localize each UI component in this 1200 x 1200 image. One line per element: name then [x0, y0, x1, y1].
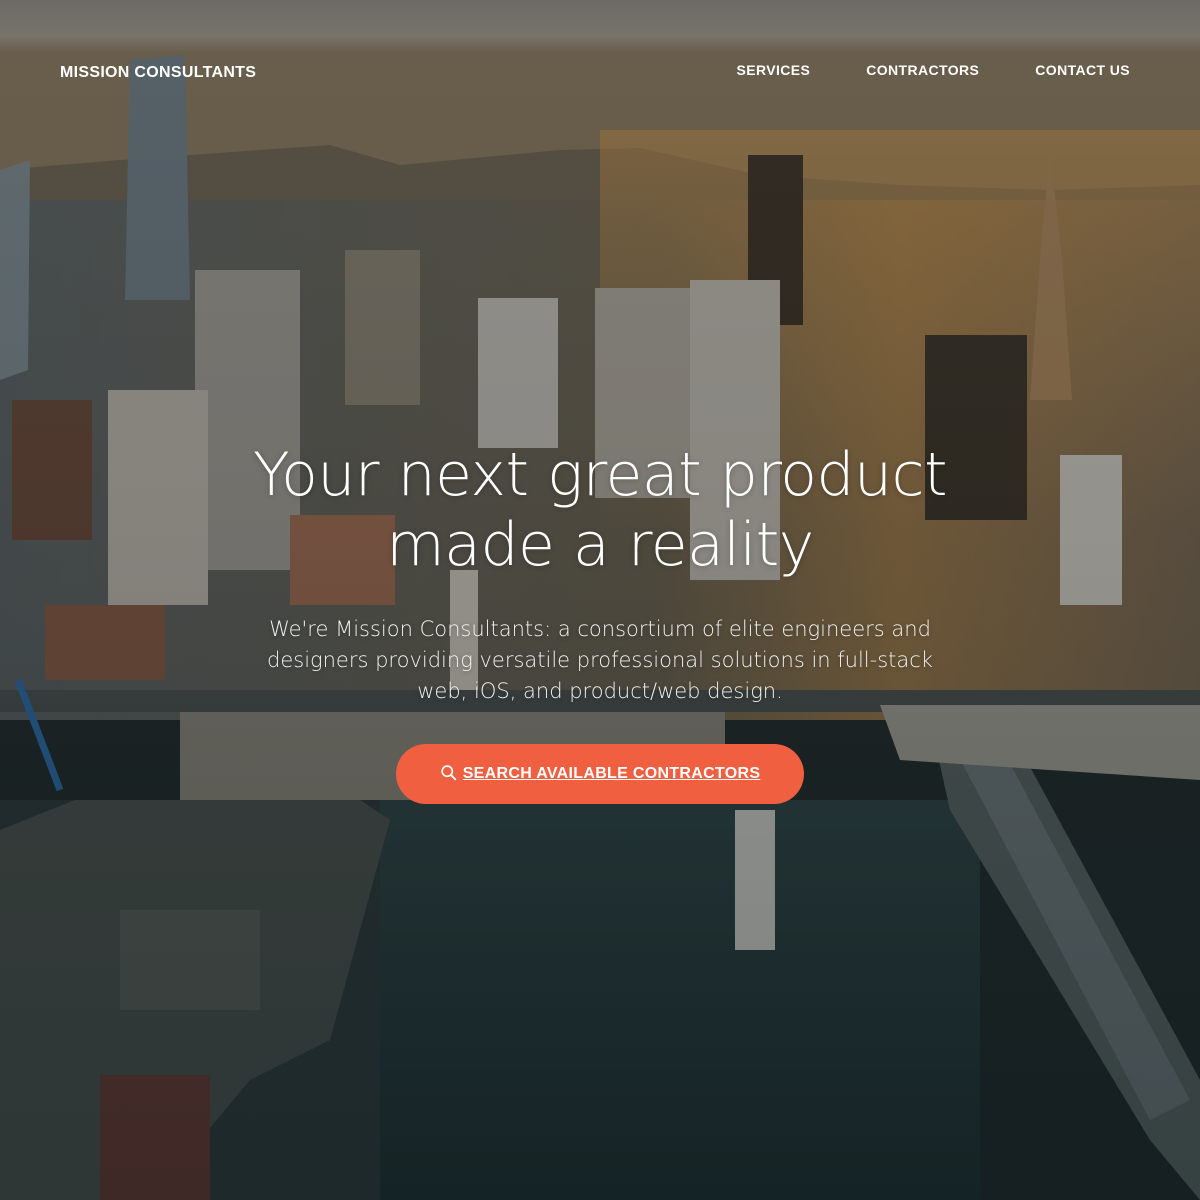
search-contractors-button[interactable]: SEARCH AVAILABLE CONTRACTORS	[396, 744, 804, 804]
masthead: Your next great product made a reality W…	[0, 440, 1200, 804]
nav-link-services[interactable]: SERVICES	[736, 62, 810, 78]
nav-item-contractors: CONTRACTORS	[866, 62, 979, 80]
search-contractors-label: SEARCH AVAILABLE CONTRACTORS	[462, 765, 761, 782]
hero-subtitle: We're Mission Consultants: a consortium …	[267, 617, 933, 703]
brand-logo-link[interactable]: MISSION CONSULTANTS	[60, 64, 256, 82]
nav-link-contact-us[interactable]: CONTACT US	[1035, 62, 1130, 78]
hero-headline: Your next great product made a reality	[252, 440, 948, 580]
search-icon	[440, 764, 456, 780]
nav-item-services: SERVICES	[736, 62, 810, 80]
nav-links: SERVICES CONTRACTORS CONTACT US	[680, 62, 1130, 80]
nav-item-contact-us: CONTACT US	[1035, 62, 1130, 80]
main-navbar: MISSION CONSULTANTS SERVICES CONTRACTORS…	[0, 0, 1200, 145]
nav-link-contractors[interactable]: CONTRACTORS	[866, 62, 979, 78]
